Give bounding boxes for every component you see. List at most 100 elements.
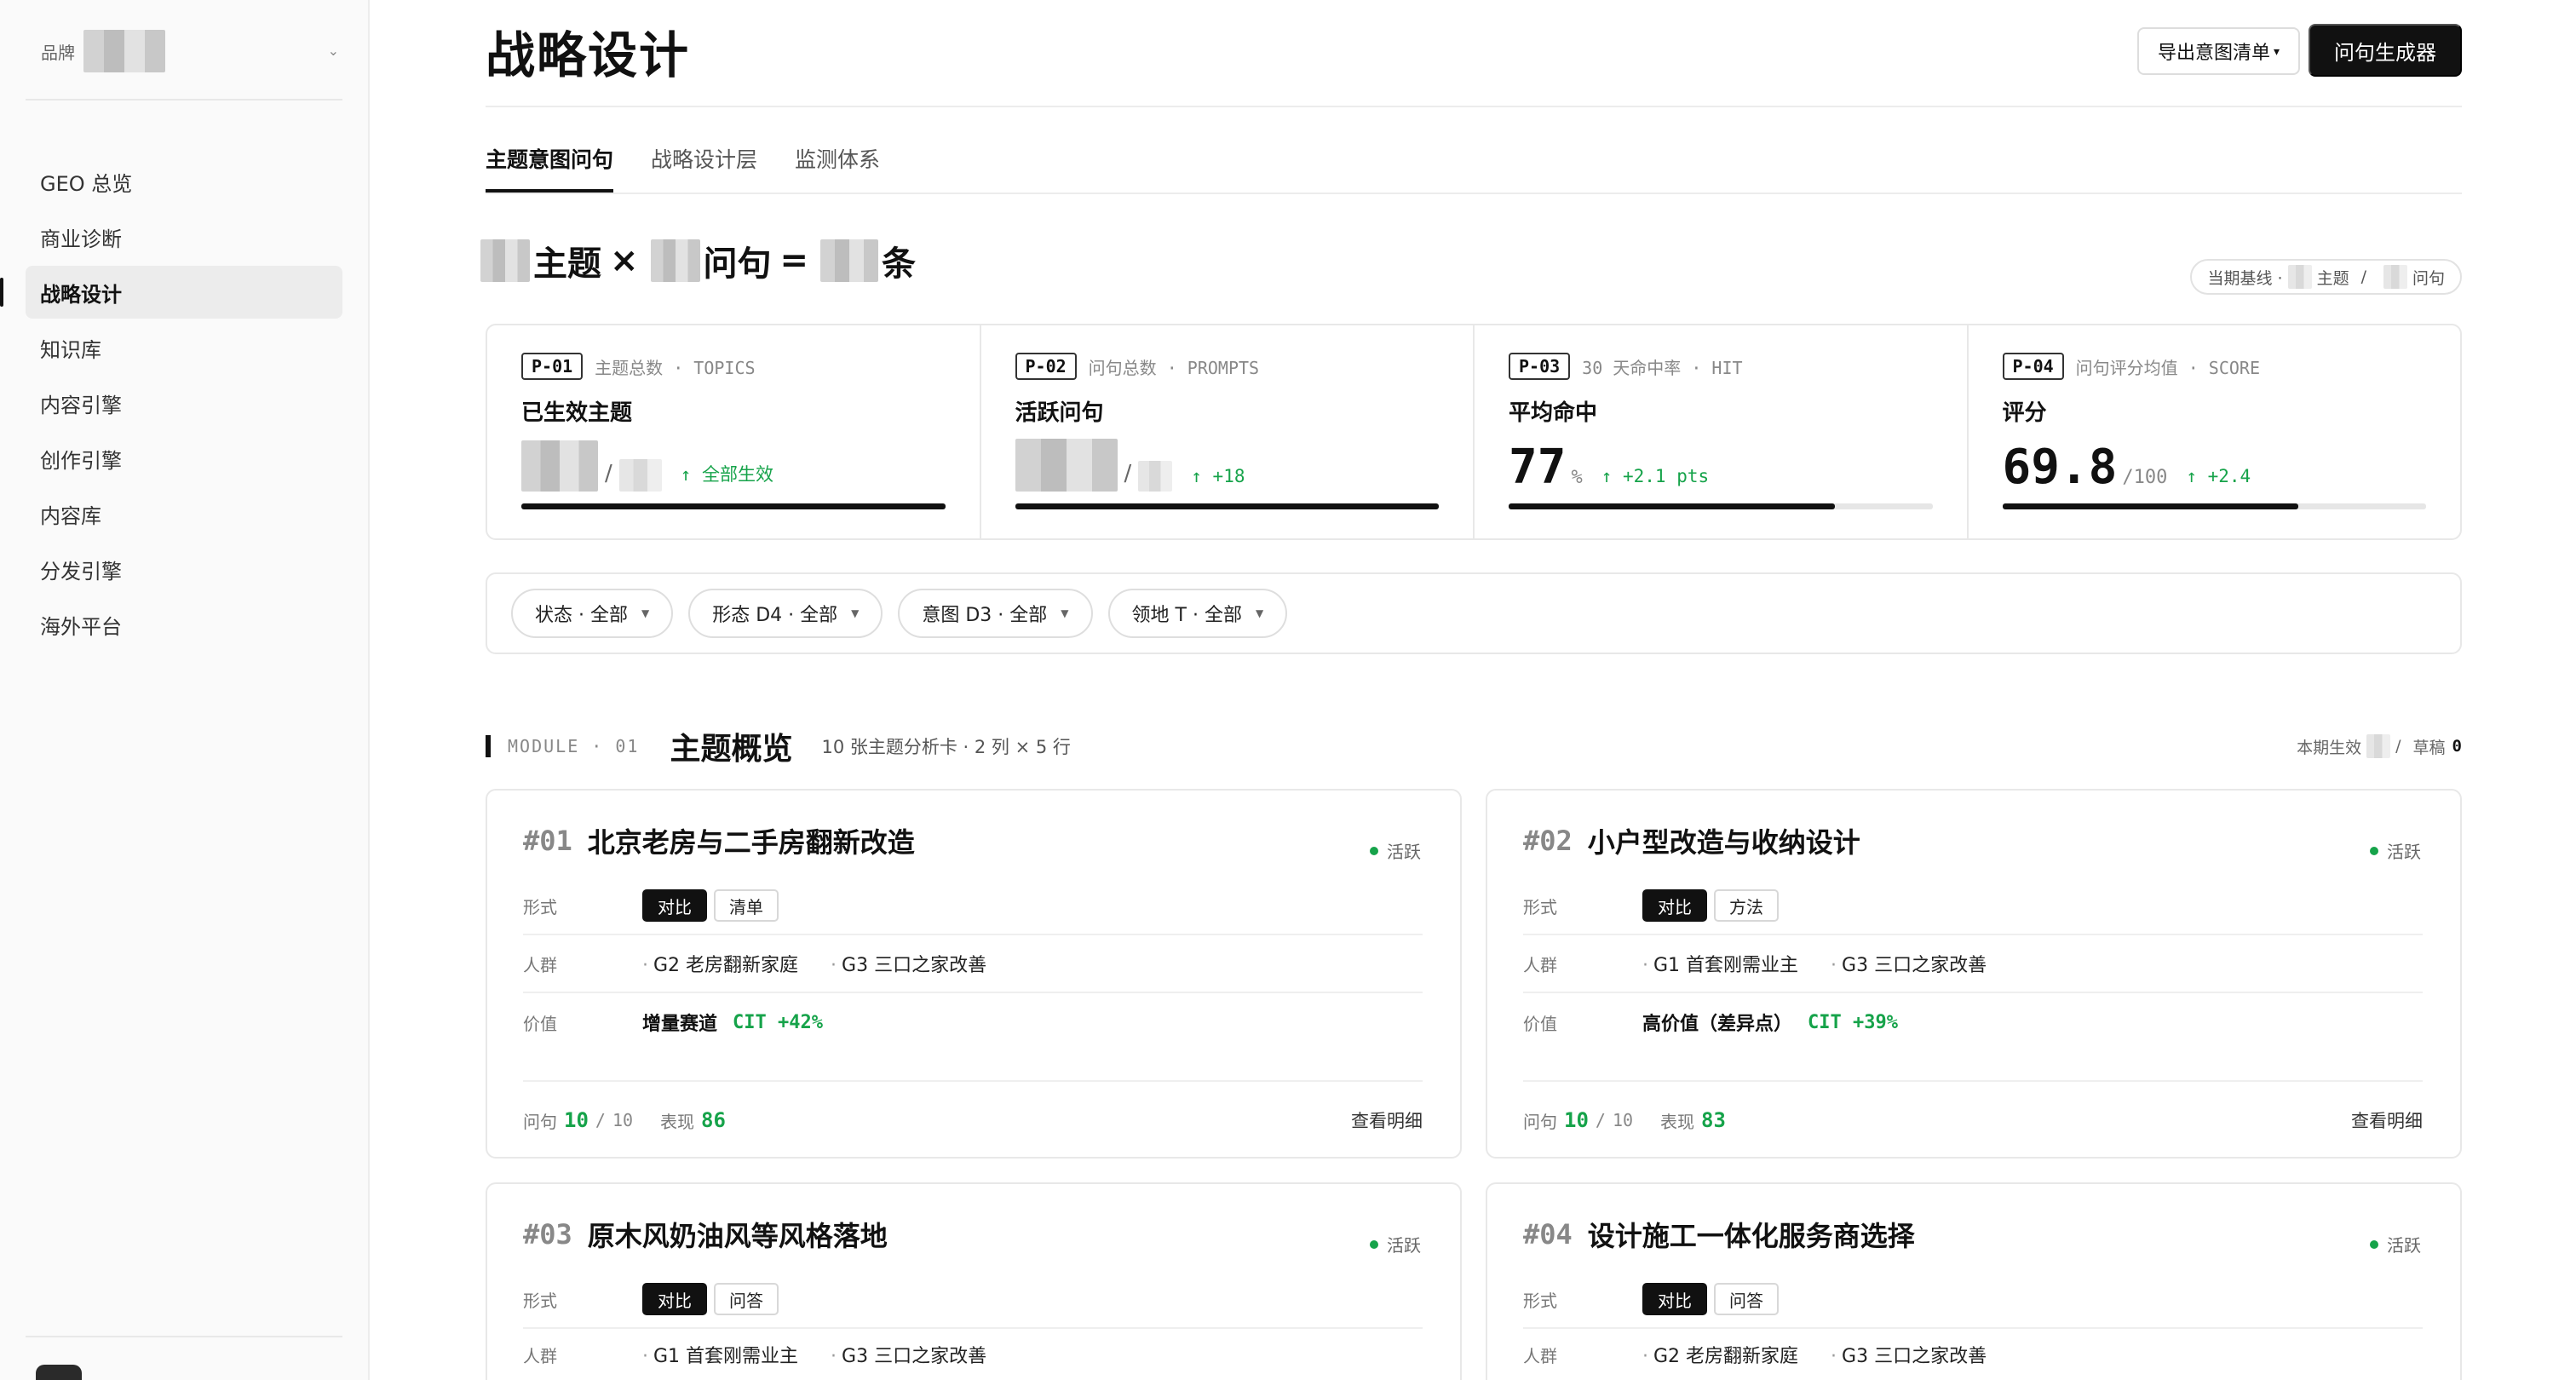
module-summary: 本期生效 / 草稿 0: [2297, 734, 2462, 758]
view-detail-link[interactable]: 查看明细: [2351, 1107, 2423, 1133]
module-active-redacted: [2366, 734, 2391, 758]
form-tag[interactable]: 问答: [1714, 1283, 1779, 1315]
sidebar-item-distribution-engine[interactable]: 分发引擎: [26, 543, 342, 595]
card-title: 北京老房与二手房翻新改造: [587, 826, 915, 859]
stat-code: P-01: [521, 353, 584, 380]
row-label: 形式: [523, 896, 557, 917]
stat-value: 69.8 /100 ↑ +2.4: [2003, 439, 2427, 492]
form-tag[interactable]: 对比: [1642, 1283, 1707, 1315]
stat-label: 已生效主题: [521, 400, 633, 426]
tab-topic-intent-prompts[interactable]: 主题意图问句: [486, 136, 614, 193]
form-tag[interactable]: 问答: [714, 1283, 779, 1315]
baseline-prompt-word: 问句: [2412, 268, 2445, 288]
topic-card[interactable]: #02 小户型改造与收纳设计 活跃 形式 对比 方法 人群 G1 首套刚需业主 …: [1486, 789, 2462, 1159]
filter-intent-d3[interactable]: 意图 D3 · 全部 ▼: [898, 589, 1093, 638]
card-number: #03: [523, 1218, 572, 1251]
stat-card-score: P-04 问句评分均值 · SCORE 评分 69.8 /100 ↑ +2.4: [1969, 325, 2461, 538]
form-tag[interactable]: 方法: [1714, 889, 1779, 922]
topic-card[interactable]: #01 北京老房与二手房翻新改造 活跃 形式 对比 清单 人群 G2 老房翻新家…: [486, 789, 1462, 1159]
view-detail-link[interactable]: 查看明细: [1351, 1107, 1423, 1133]
row-label: 人群: [523, 1345, 557, 1366]
stat-meta: 主题总数 · TOPICS: [595, 357, 756, 378]
formula-equals: =: [779, 241, 809, 280]
tab-strategy-layer[interactable]: 战略设计层: [651, 136, 757, 193]
filter-territory-t[interactable]: 领地 T · 全部 ▼: [1107, 589, 1288, 638]
card-row-form: 形式 对比 清单: [523, 877, 1423, 935]
stat-label: 评分: [2002, 400, 2047, 426]
card-row-audience: 人群 G1 首套刚需业主 G3 三口之家改善: [1523, 935, 2423, 993]
prompts-label: 问句: [523, 1111, 557, 1132]
value-text: 高价值（差异点）: [1642, 1014, 1793, 1035]
stat-value-redacted: [521, 440, 598, 492]
prompts-count: 10: [1564, 1108, 1589, 1132]
card-title: 设计施工一体化服务商选择: [1587, 1220, 1915, 1252]
stat-big-number: 69.8: [2002, 440, 2118, 495]
topic-card[interactable]: #04 设计施工一体化服务商选择 活跃 形式 对比 问答 人群 G2 老房翻新家…: [1486, 1182, 2462, 1380]
stat-value-redacted: [1015, 439, 1118, 492]
brand-value-redacted: [83, 30, 165, 72]
module-header: MODULE · 01 主题概览 10 张主题分析卡 · 2 列 × 5 行 本…: [486, 722, 2462, 770]
status-text: 活跃: [2387, 1235, 2421, 1256]
form-tag[interactable]: 对比: [642, 1283, 707, 1315]
topic-card[interactable]: #03 原木风奶油风等风格落地 活跃 形式 对比 问答 人群 G1 首套刚需业主…: [486, 1182, 1462, 1380]
form-tag[interactable]: 对比: [1642, 889, 1707, 922]
sidebar-divider: [26, 99, 342, 101]
card-row-form: 形式 对比 方法: [1523, 877, 2423, 935]
sidebar-item-business-diagnosis[interactable]: 商业诊断: [26, 210, 342, 263]
prompt-generator-button[interactable]: 问句生成器: [2309, 24, 2462, 77]
sidebar-item-knowledge-base[interactable]: 知识库: [26, 321, 342, 374]
perf-label: 表现: [1660, 1111, 1695, 1132]
status-badge: 活跃: [1370, 1232, 1421, 1256]
card-divider: [1523, 1080, 2423, 1082]
total-count-redacted: [820, 239, 879, 282]
prompts-label: 问句: [1523, 1111, 1557, 1132]
form-tag[interactable]: 对比: [642, 889, 707, 922]
filter-label: 状态 · 全部: [535, 605, 628, 626]
export-intent-list-button[interactable]: 导出意图清单 ▾: [2136, 27, 2300, 75]
audience-item: G3 三口之家改善: [831, 1341, 986, 1368]
perf-label: 表现: [660, 1111, 695, 1132]
module-marker: [486, 735, 491, 757]
stat-meta: 问句评分均值 · SCORE: [2075, 357, 2260, 378]
stat-delta: ↑ +18: [1191, 466, 1245, 486]
row-label: 形式: [523, 1290, 557, 1311]
sidebar-item-overseas-platform[interactable]: 海外平台: [26, 598, 342, 651]
status-badge: 活跃: [1370, 838, 1421, 863]
audience-item: G1 首套刚需业主: [1642, 950, 1798, 977]
status-text: 活跃: [1387, 842, 1421, 862]
stat-code: P-03: [1509, 353, 1571, 380]
sidebar-item-content-engine[interactable]: 内容引擎: [26, 377, 342, 429]
sidebar: 品牌 ⌄ GEO 总览 商业诊断 战略设计 知识库 内容引擎 创作引擎 内容库 …: [0, 0, 370, 1380]
stat-progress-bar: [2002, 503, 2426, 509]
prompts-total: 10: [612, 1110, 634, 1130]
page-title: 战略设计: [486, 26, 691, 84]
header-divider: [486, 106, 2462, 107]
sidebar-item-geo-overview[interactable]: GEO 总览: [26, 155, 342, 208]
status-dot-icon: [1370, 1239, 1378, 1249]
filter-status[interactable]: 状态 · 全部 ▼: [511, 589, 674, 638]
filter-form-d4[interactable]: 形态 D4 · 全部 ▼: [688, 589, 883, 638]
stat-value: 77 % ↑ +2.1 pts: [1509, 439, 1933, 492]
avatar[interactable]: [36, 1365, 82, 1380]
stat-value: / ↑ +18: [1015, 439, 1440, 492]
form-tag[interactable]: 清单: [714, 889, 779, 922]
card-number: #02: [1523, 825, 1573, 857]
stat-unit: %: [1571, 467, 1583, 488]
status-dot-icon: [2370, 846, 2378, 855]
baseline-topic-redacted: [2287, 265, 2312, 289]
module-right-label: 本期生效: [2297, 738, 2362, 757]
brand-selector[interactable]: 品牌 ⌄: [26, 27, 348, 75]
sidebar-item-strategy-design[interactable]: 战略设计: [0, 266, 342, 319]
audience-item: G1 首套刚需业主: [642, 1341, 798, 1368]
stat-total-redacted: [1138, 461, 1173, 492]
stat-delta: ↑ +2.4: [2186, 466, 2251, 486]
tab-monitoring-system[interactable]: 监测体系: [795, 136, 880, 193]
sidebar-item-creation-engine[interactable]: 创作引擎: [26, 432, 342, 485]
audience-item: G3 三口之家改善: [1831, 950, 1987, 977]
filter-label: 领地 T · 全部: [1131, 605, 1242, 626]
sidebar-item-content-library[interactable]: 内容库: [26, 487, 342, 540]
module-title: 主题概览: [670, 732, 793, 767]
status-text: 活跃: [2387, 842, 2421, 862]
stat-delta: ↑ 全部生效: [680, 464, 774, 485]
perf-score: 86: [701, 1108, 726, 1132]
